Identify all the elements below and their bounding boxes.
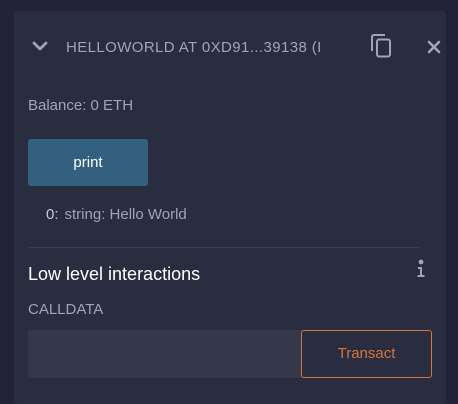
calldata-input[interactable] (28, 330, 302, 378)
copy-icon[interactable] (369, 33, 393, 59)
low-level-title: Low level interactions (28, 264, 201, 284)
info-icon[interactable] (416, 259, 426, 279)
output-value: string: Hello World (64, 206, 187, 223)
balance-text: Balance: 0 ETH (28, 97, 134, 114)
contract-title: HELLOWORLD AT 0XD91...39138 (I (66, 39, 322, 56)
contract-panel: HELLOWORLD AT 0XD91...39138 (I Balance: … (14, 11, 446, 404)
transact-button[interactable]: Transact (301, 330, 432, 378)
print-button[interactable]: print (28, 139, 148, 186)
divider (28, 247, 419, 248)
function-output: 0: string: Hello World (46, 205, 187, 225)
close-icon[interactable] (426, 39, 442, 55)
chevron-down-icon[interactable] (31, 37, 49, 55)
calldata-label: CALLDATA (28, 301, 104, 318)
contract-header: HELLOWORLD AT 0XD91...39138 (I (14, 11, 446, 83)
output-index: 0: (46, 206, 59, 223)
